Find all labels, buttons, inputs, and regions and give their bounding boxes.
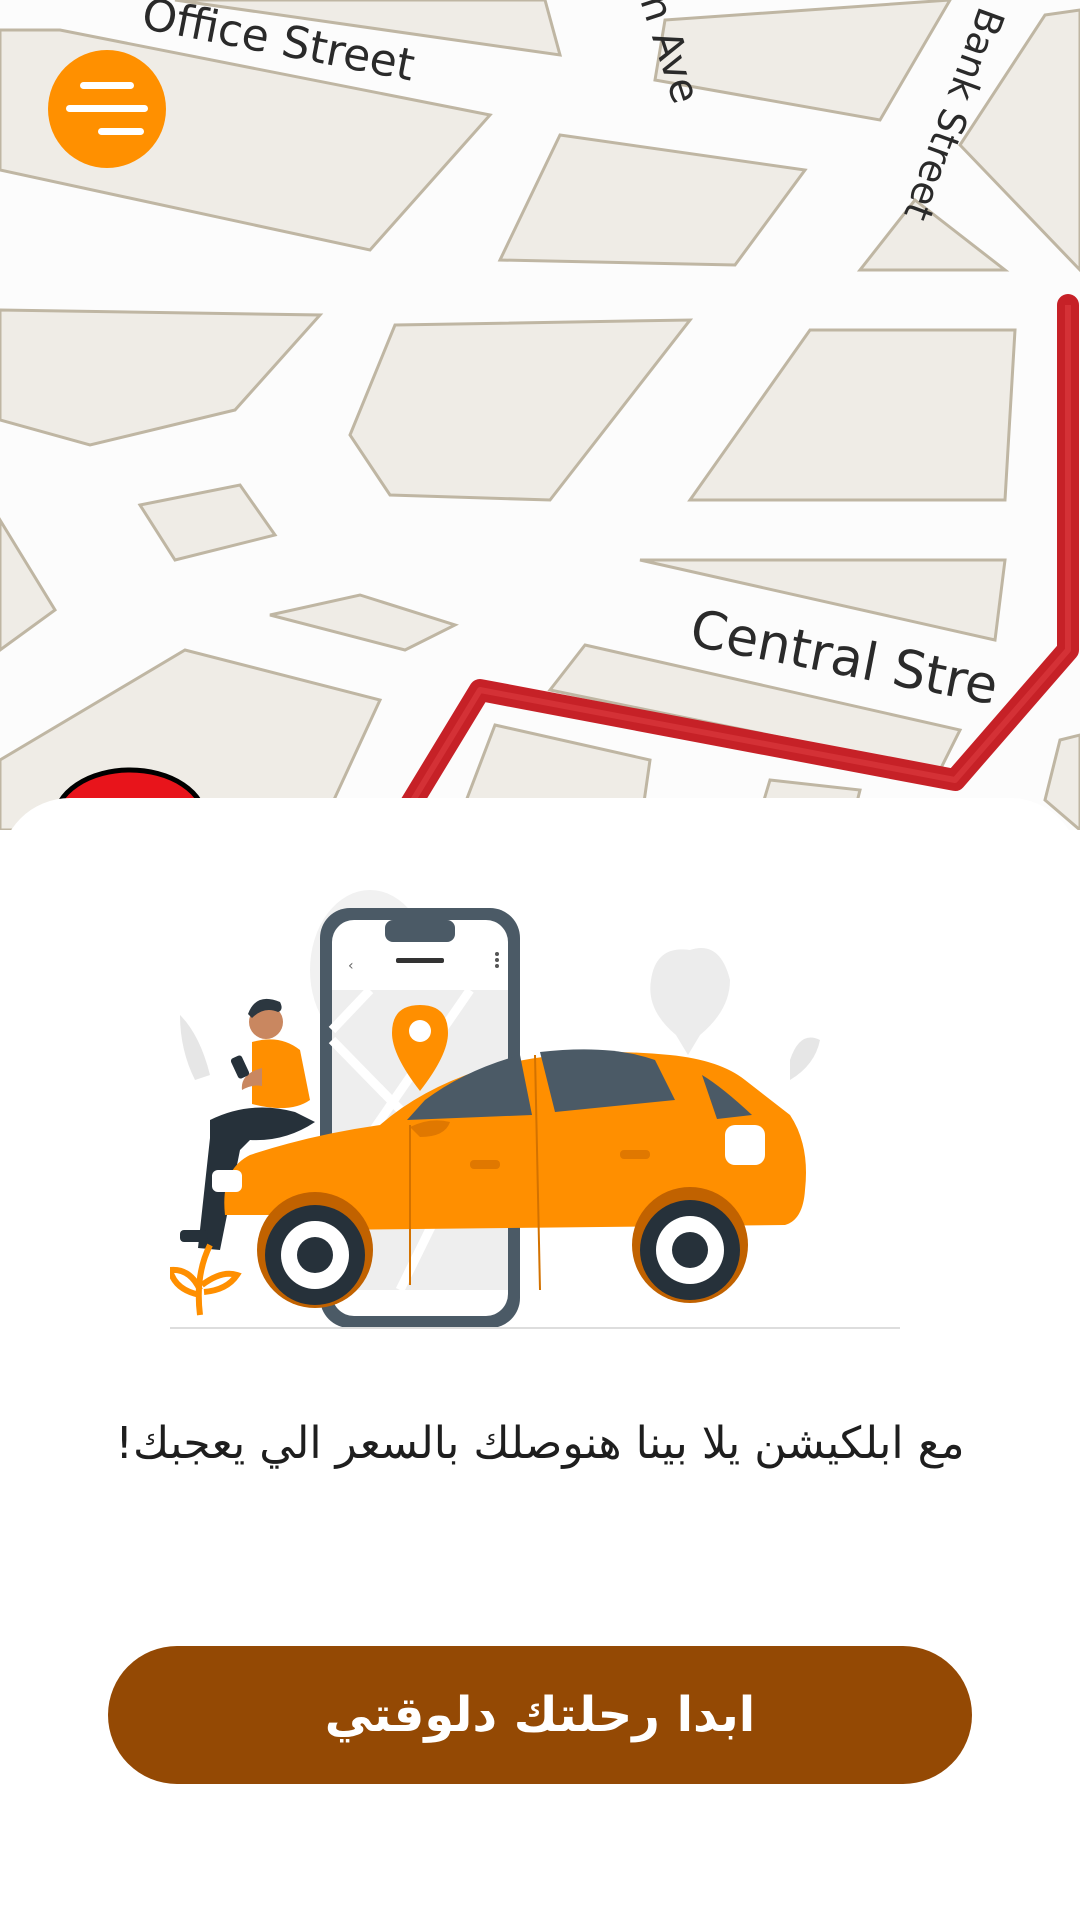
map-block xyxy=(0,308,324,447)
svg-text:‹: ‹ xyxy=(348,958,354,974)
map-block xyxy=(269,593,459,652)
map-block xyxy=(687,328,1017,502)
start-trip-button[interactable]: ابدا رحلتك دلوقتي xyxy=(108,1646,972,1784)
map-block xyxy=(653,0,952,122)
car-booking-illustration: ‹ xyxy=(170,890,900,1329)
map-view[interactable]: Office Street n Ave Bank Street Central … xyxy=(0,0,1080,830)
map-block xyxy=(497,133,808,267)
tagline-text: مع ابلكيشن يلا بينا هنوصلك بالسعر الي يع… xyxy=(115,1418,965,1469)
map-block xyxy=(348,318,694,502)
start-trip-button-label: ابدا رحلتك دلوقتي xyxy=(324,1687,756,1743)
map-block xyxy=(137,483,278,562)
map-block xyxy=(0,517,58,652)
menu-button[interactable] xyxy=(48,50,166,168)
